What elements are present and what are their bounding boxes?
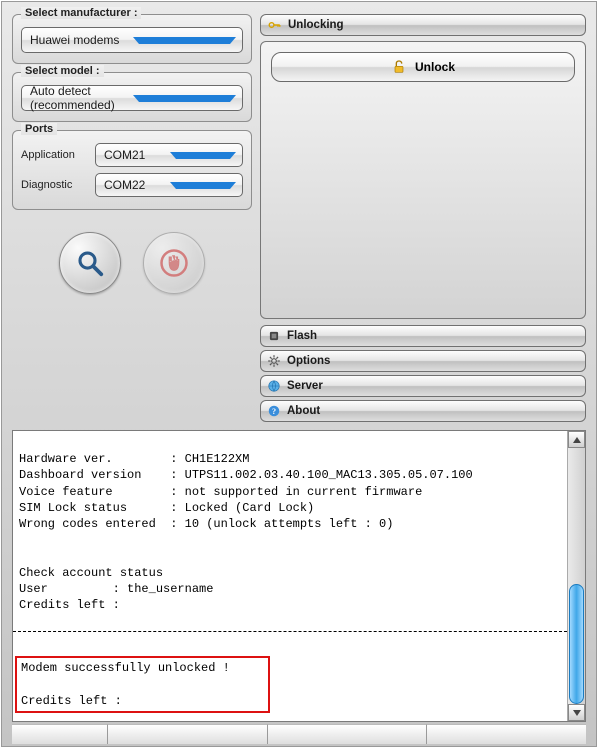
manufacturer-combo[interactable]: Huawei modems bbox=[21, 27, 243, 53]
manufacturer-label: Select manufacturer : bbox=[21, 7, 141, 19]
scroll-down-button[interactable] bbox=[568, 704, 585, 721]
status-segment bbox=[12, 724, 108, 744]
chevron-down-icon bbox=[133, 37, 236, 44]
log-line: Hardware ver. : CH1E122XM bbox=[19, 452, 249, 466]
chevron-down-icon bbox=[170, 152, 236, 159]
ports-label: Ports bbox=[21, 123, 57, 135]
gear-icon bbox=[267, 354, 281, 368]
ports-group: Ports Application COM21 Diagnostic COM22 bbox=[12, 130, 252, 210]
about-header[interactable]: ? About bbox=[260, 400, 586, 422]
round-buttons bbox=[12, 232, 252, 294]
chevron-up-icon bbox=[573, 437, 581, 443]
port-application-row: Application COM21 bbox=[21, 143, 243, 167]
success-highlight: Modem successfully unlocked ! Credits le… bbox=[15, 656, 270, 713]
status-segment bbox=[268, 724, 428, 744]
log-line: Modem successfully unlocked ! bbox=[21, 661, 230, 675]
right-column: Unlocking Unlock Flash bbox=[260, 14, 586, 422]
app-window: Select manufacturer : Huawei modems Sele… bbox=[1, 1, 597, 747]
unlocking-label: Unlocking bbox=[288, 19, 344, 31]
flash-label: Flash bbox=[287, 330, 317, 342]
top-area: Select manufacturer : Huawei modems Sele… bbox=[2, 2, 596, 422]
unlocking-body: Unlock bbox=[260, 41, 586, 319]
key-icon bbox=[267, 18, 282, 32]
magnifier-icon bbox=[75, 248, 105, 278]
search-button[interactable] bbox=[59, 232, 121, 294]
log-line: Credits left : bbox=[21, 694, 122, 708]
left-column: Select manufacturer : Huawei modems Sele… bbox=[12, 14, 252, 422]
svg-text:?: ? bbox=[272, 407, 276, 416]
port-application-combo[interactable]: COM21 bbox=[95, 143, 243, 167]
log-line: Voice feature : not supported in current… bbox=[19, 485, 422, 499]
chevron-down-icon bbox=[133, 95, 236, 102]
status-segment bbox=[427, 724, 586, 744]
scroll-track[interactable] bbox=[568, 448, 585, 704]
model-group: Select model : Auto detect (recommended) bbox=[12, 72, 252, 122]
port-application-value: COM21 bbox=[104, 148, 170, 162]
scroll-thumb[interactable] bbox=[569, 584, 584, 704]
options-header[interactable]: Options bbox=[260, 350, 586, 372]
unlocking-header[interactable]: Unlocking bbox=[260, 14, 586, 36]
log-line: Dashboard version : UTPS11.002.03.40.100… bbox=[19, 468, 473, 482]
log-content[interactable]: Hardware ver. : CH1E122XM Dashboard vers… bbox=[13, 431, 567, 721]
about-label: About bbox=[287, 405, 320, 417]
chip-icon bbox=[267, 329, 281, 343]
port-diagnostic-value: COM22 bbox=[104, 178, 170, 192]
server-label: Server bbox=[287, 380, 323, 392]
log-line: Check account status bbox=[19, 566, 163, 580]
divider bbox=[13, 631, 567, 632]
model-combo[interactable]: Auto detect (recommended) bbox=[21, 85, 243, 111]
options-label: Options bbox=[287, 355, 330, 367]
status-segment bbox=[108, 724, 268, 744]
port-application-label: Application bbox=[21, 149, 89, 161]
port-diagnostic-label: Diagnostic bbox=[21, 179, 89, 191]
port-diagnostic-combo[interactable]: COM22 bbox=[95, 173, 243, 197]
log-line: SIM Lock status : Locked (Card Lock) bbox=[19, 501, 314, 515]
log-line: Wrong codes entered : 10 (unlock attempt… bbox=[19, 517, 393, 531]
unlock-button-label: Unlock bbox=[415, 60, 455, 74]
port-diagnostic-row: Diagnostic COM22 bbox=[21, 173, 243, 197]
scroll-up-button[interactable] bbox=[568, 431, 585, 448]
log-line: Credits left : bbox=[19, 598, 120, 612]
log-line: User : the_username bbox=[19, 582, 213, 596]
unlock-button[interactable]: Unlock bbox=[271, 52, 575, 82]
stop-button[interactable] bbox=[143, 232, 205, 294]
scrollbar[interactable] bbox=[567, 431, 585, 721]
chevron-down-icon bbox=[573, 710, 581, 716]
log-area: Hardware ver. : CH1E122XM Dashboard vers… bbox=[12, 430, 586, 722]
flash-header[interactable]: Flash bbox=[260, 325, 586, 347]
manufacturer-value: Huawei modems bbox=[30, 33, 133, 47]
stop-hand-icon bbox=[159, 248, 189, 278]
status-bar bbox=[12, 724, 586, 744]
info-icon: ? bbox=[267, 404, 281, 418]
chevron-down-icon bbox=[170, 182, 236, 189]
manufacturer-group: Select manufacturer : Huawei modems bbox=[12, 14, 252, 64]
globe-icon bbox=[267, 379, 281, 393]
unlock-icon bbox=[391, 59, 407, 75]
model-value: Auto detect (recommended) bbox=[30, 84, 133, 112]
server-header[interactable]: Server bbox=[260, 375, 586, 397]
model-label: Select model : bbox=[21, 65, 104, 77]
